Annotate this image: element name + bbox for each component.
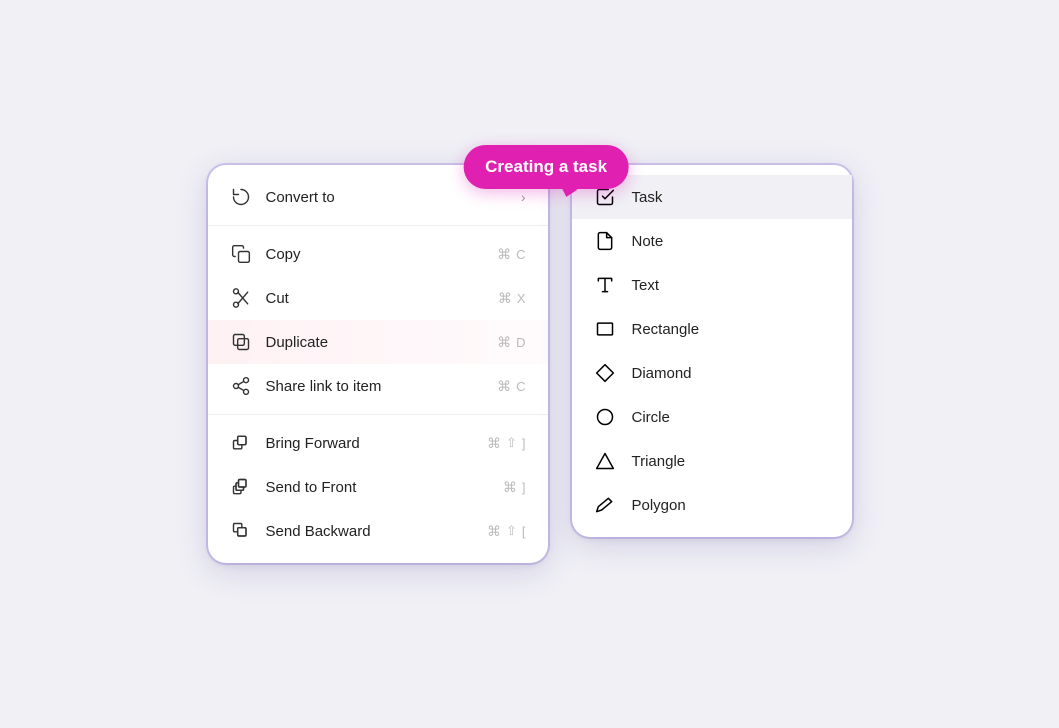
sf-key: ] <box>522 480 526 495</box>
left-context-menu: Convert to › Copy ⌘ C <box>208 165 548 563</box>
duplicate-shortcut-key: D <box>516 335 525 350</box>
scene: Creating a task Convert to › <box>208 165 852 563</box>
copy-shortcut-key: C <box>516 247 525 262</box>
submenu-item-triangle[interactable]: Triangle <box>572 439 852 483</box>
send-front-shortcut: ⌘ ] <box>503 479 526 496</box>
duplicate-shortcut-sym: ⌘ <box>497 334 511 351</box>
convert-to-label: Convert to <box>266 189 507 206</box>
share-shortcut: ⌘ C <box>497 378 525 395</box>
submenu-item-note[interactable]: Note <box>572 219 852 263</box>
send-backward-label: Send Backward <box>266 523 473 540</box>
divider-2 <box>208 414 548 415</box>
submenu-item-polygon[interactable]: Polygon <box>572 483 852 527</box>
sb-sym: ⌘ <box>487 523 501 540</box>
submenu-item-circle[interactable]: Circle <box>572 395 852 439</box>
circle-icon <box>594 406 616 428</box>
sb-key: [ <box>522 524 526 539</box>
send-backward-shortcut: ⌘ ⇧ [ <box>487 523 526 540</box>
copy-icon <box>230 243 252 265</box>
right-submenu: Task Note <box>572 165 852 537</box>
menu-item-send-backward[interactable]: Send Backward ⌘ ⇧ [ <box>208 509 548 553</box>
cut-shortcut-sym: ⌘ <box>498 290 512 307</box>
text-icon <box>594 274 616 296</box>
menu-item-duplicate[interactable]: Duplicate ⌘ D <box>208 320 548 364</box>
duplicate-shortcut: ⌘ D <box>497 334 525 351</box>
duplicate-label: Duplicate <box>266 334 484 351</box>
copy-shortcut: ⌘ C <box>497 246 525 263</box>
bf-key: ] <box>522 436 526 451</box>
tooltip-bubble: Creating a task <box>463 145 629 189</box>
share-link-label: Share link to item <box>266 378 484 395</box>
cut-label: Cut <box>266 290 484 307</box>
cut-shortcut: ⌘ X <box>498 290 526 307</box>
bring-forward-label: Bring Forward <box>266 435 473 452</box>
rectangle-icon <box>594 318 616 340</box>
submenu-item-rectangle[interactable]: Rectangle <box>572 307 852 351</box>
polygon-label: Polygon <box>632 497 686 514</box>
rectangle-label: Rectangle <box>632 321 700 338</box>
bring-forward-icon <box>230 432 252 454</box>
menu-item-copy[interactable]: Copy ⌘ C <box>208 232 548 276</box>
sf-sym: ⌘ <box>503 479 517 496</box>
bf-sym: ⌘ <box>487 435 501 452</box>
bf-shift: ⇧ <box>506 435 517 451</box>
share-shortcut-sym: ⌘ <box>497 378 511 395</box>
menu-item-send-to-front[interactable]: Send to Front ⌘ ] <box>208 465 548 509</box>
panels-row: Convert to › Copy ⌘ C <box>208 165 852 563</box>
note-label: Note <box>632 233 664 250</box>
send-backward-icon <box>230 520 252 542</box>
sb-shift: ⇧ <box>506 523 517 539</box>
copy-label: Copy <box>266 246 484 263</box>
share-shortcut-key: C <box>516 379 525 394</box>
divider-1 <box>208 225 548 226</box>
menu-item-share-link[interactable]: Share link to item ⌘ C <box>208 364 548 408</box>
task-label: Task <box>632 189 663 206</box>
duplicate-icon <box>230 331 252 353</box>
send-front-icon <box>230 476 252 498</box>
menu-item-cut[interactable]: Cut ⌘ X <box>208 276 548 320</box>
submenu-item-diamond[interactable]: Diamond <box>572 351 852 395</box>
note-icon <box>594 230 616 252</box>
triangle-label: Triangle <box>632 453 686 470</box>
diamond-icon <box>594 362 616 384</box>
copy-shortcut-sym: ⌘ <box>497 246 511 263</box>
polygon-icon <box>594 494 616 516</box>
circle-label: Circle <box>632 409 670 426</box>
send-to-front-label: Send to Front <box>266 479 489 496</box>
task-icon <box>594 186 616 208</box>
menu-item-bring-forward[interactable]: Bring Forward ⌘ ⇧ ] <box>208 421 548 465</box>
chevron-right-icon: › <box>521 189 526 205</box>
share-icon <box>230 375 252 397</box>
submenu-item-text[interactable]: Text <box>572 263 852 307</box>
convert-icon <box>230 186 252 208</box>
cut-shortcut-key: X <box>517 291 526 306</box>
triangle-icon <box>594 450 616 472</box>
bring-forward-shortcut: ⌘ ⇧ ] <box>487 435 526 452</box>
cut-icon <box>230 287 252 309</box>
text-label: Text <box>632 277 660 294</box>
diamond-label: Diamond <box>632 365 692 382</box>
